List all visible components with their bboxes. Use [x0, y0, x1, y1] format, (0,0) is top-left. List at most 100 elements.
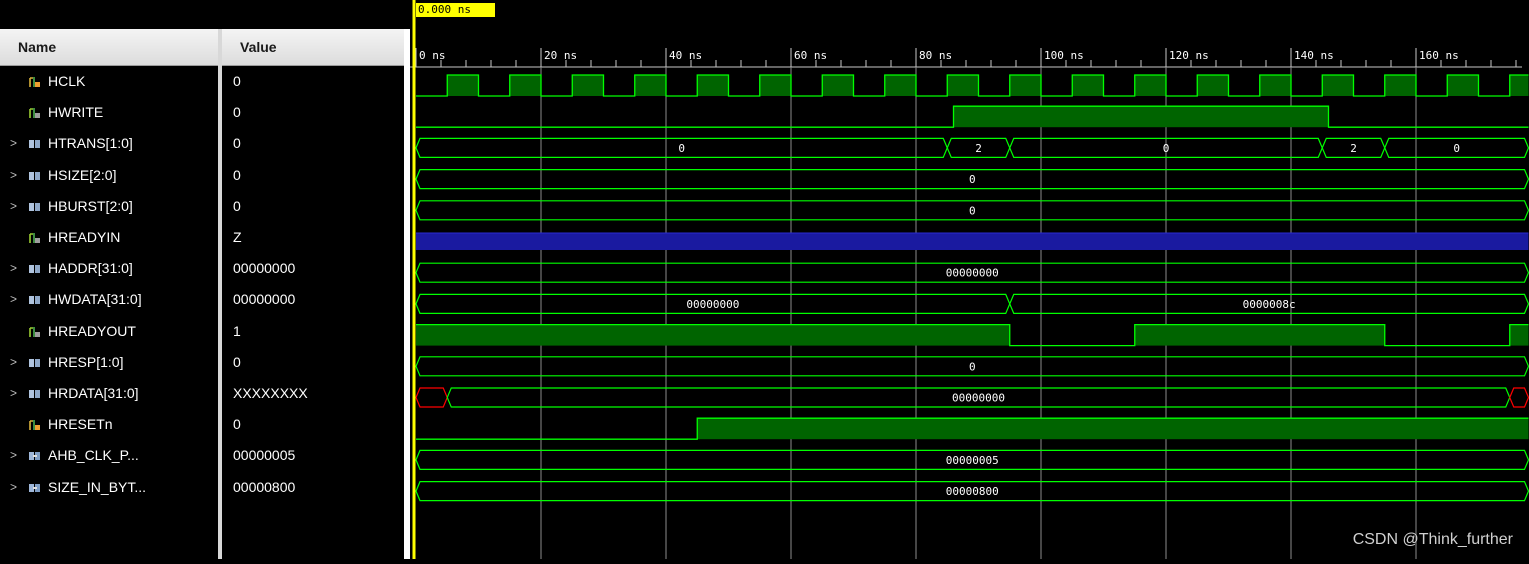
signal-row[interactable]: > SIZE_IN_BYT... 00000800: [0, 473, 405, 504]
ruler-tick-label: 40 ns: [669, 49, 702, 62]
wave-high-segment: [947, 75, 979, 96]
signal-value: 00000000: [233, 291, 296, 308]
signal-value: 0: [233, 197, 241, 214]
bus-icon: [28, 293, 42, 307]
chevron-right-icon[interactable]: >: [10, 136, 17, 150]
wave-high-segment: [509, 75, 541, 96]
wave-bus-value: 0: [1453, 142, 1460, 155]
signal-value: 0: [233, 166, 241, 183]
signal-name: HWDATA[31:0]: [48, 291, 142, 308]
bit-icon: [28, 106, 42, 120]
wave-high-segment: [1134, 75, 1166, 96]
signal-name: HTRANS[1:0]: [48, 135, 133, 152]
wave-high-segment: [1509, 324, 1529, 346]
chevron-right-icon[interactable]: >: [10, 386, 17, 400]
wave-high-segment: [416, 324, 1010, 346]
chevron-right-icon[interactable]: >: [10, 168, 17, 182]
name-column-header[interactable]: Name: [0, 29, 218, 66]
value-column-header[interactable]: Value: [222, 29, 404, 66]
wave-bus-value: 00000000: [946, 267, 999, 280]
chevron-right-icon[interactable]: >: [10, 448, 17, 462]
wave-bus-value: 0: [678, 142, 685, 155]
wave-bus-value: 2: [1350, 142, 1357, 155]
wave-high-segment: [884, 75, 916, 96]
bus-icon: [28, 387, 42, 401]
wave-bus-value: 0: [969, 204, 976, 217]
cursor-time-label: 0.000 ns: [416, 3, 495, 17]
signal-row[interactable]: HREADYOUT 1: [0, 317, 405, 348]
wave-bus-value: 0: [969, 360, 976, 373]
waveform-view[interactable]: 0 ns 20 ns 40 ns 60 ns 80 ns 100 ns 120 ns 140 …: [410, 0, 1529, 559]
wave-high-segment: [1197, 75, 1229, 96]
wave-high-segment: [1322, 75, 1354, 96]
wave-high-segment: [759, 75, 791, 96]
ruler-tick-label: 160 ns: [1419, 49, 1459, 62]
chevron-right-icon[interactable]: >: [10, 355, 17, 369]
waveform-canvas[interactable]: 0 ns 20 ns 40 ns 60 ns 80 ns 100 ns 120 ns 140 …: [410, 0, 1529, 559]
signal-name: HADDR[31:0]: [48, 260, 133, 277]
signal-row[interactable]: > HRDATA[31:0] XXXXXXXX: [0, 379, 405, 410]
signal-row[interactable]: > HRESP[1:0] 0: [0, 348, 405, 379]
signal-row[interactable]: > HTRANS[1:0] 0: [0, 129, 405, 160]
signal-value: 0: [233, 416, 241, 433]
wave-highz-band: [416, 233, 1529, 250]
wave-high-segment: [1009, 75, 1041, 96]
param-icon: [28, 449, 42, 463]
wave-unknown-segment: [1509, 387, 1529, 408]
clock-bit-icon: [28, 418, 42, 432]
wave-high-segment: [697, 75, 729, 96]
signal-value: 0: [233, 104, 241, 121]
signal-name: HRESP[1:0]: [48, 353, 124, 370]
signal-row[interactable]: > HWDATA[31:0] 00000000: [0, 285, 405, 316]
signal-value: XXXXXXXX: [233, 385, 308, 401]
signal-name: SIZE_IN_BYT...: [48, 478, 147, 495]
signal-name: HCLK: [48, 73, 86, 89]
signal-row[interactable]: > HBURST[2:0] 0: [0, 192, 405, 223]
signal-row[interactable]: > AHB_CLK_P... 00000005: [0, 441, 405, 472]
wave-high-segment: [822, 75, 854, 96]
signal-row[interactable]: > HSIZE[2:0] 0: [0, 161, 405, 192]
chevron-right-icon[interactable]: >: [10, 261, 17, 275]
signal-name: HREADYIN: [48, 229, 121, 245]
signal-name: HWRITE: [48, 104, 104, 121]
chevron-right-icon[interactable]: >: [10, 480, 17, 494]
signal-name: HRESETn: [48, 416, 113, 433]
wave-high-segment: [1384, 75, 1416, 96]
signal-value: 00000005: [233, 447, 296, 464]
wave-high-segment: [953, 106, 1329, 128]
chevron-right-icon[interactable]: >: [10, 199, 17, 213]
bit-icon: [28, 325, 42, 339]
signal-row[interactable]: HWRITE 0: [0, 98, 405, 129]
ruler-tick-label: 120 ns: [1169, 49, 1209, 62]
wave-high-segment: [697, 418, 1529, 440]
bus-icon: [28, 200, 42, 214]
wave-bus-value: 00000000: [952, 392, 1005, 405]
wave-high-segment: [1447, 75, 1479, 96]
wave-high-segment: [1134, 324, 1385, 346]
signal-name: HREADYOUT: [48, 322, 136, 339]
signal-row[interactable]: HRESETn 0: [0, 410, 405, 441]
signal-row[interactable]: HREADYIN Z: [0, 223, 405, 254]
ruler-tick-label: 80 ns: [919, 49, 952, 62]
signal-value: Z: [233, 229, 242, 245]
clock-bit-icon: [28, 75, 42, 89]
signal-value: 00000800: [233, 478, 296, 495]
wave-high-segment: [447, 75, 479, 96]
wave-high-segment: [1259, 75, 1291, 96]
wave-bus-value: 2: [975, 142, 982, 155]
wave-bus-value: 00000000: [686, 298, 739, 311]
signal-name: HBURST[2:0]: [48, 197, 133, 214]
ruler-tick-label: 140 ns: [1294, 49, 1334, 62]
bus-icon: [28, 137, 42, 151]
chevron-right-icon[interactable]: >: [10, 292, 17, 306]
signal-value: 0: [233, 353, 241, 370]
signal-value: 1: [233, 322, 241, 339]
ruler-tick-label: 0 ns: [419, 49, 446, 62]
signal-row[interactable]: > HADDR[31:0] 00000000: [0, 254, 405, 285]
bus-icon: [28, 262, 42, 276]
wave-high-segment: [1509, 75, 1529, 96]
signal-row[interactable]: HCLK 0: [0, 67, 405, 98]
ruler-tick-label: 60 ns: [794, 49, 827, 62]
bit-icon: [28, 231, 42, 245]
ruler-tick-label: 20 ns: [544, 49, 577, 62]
